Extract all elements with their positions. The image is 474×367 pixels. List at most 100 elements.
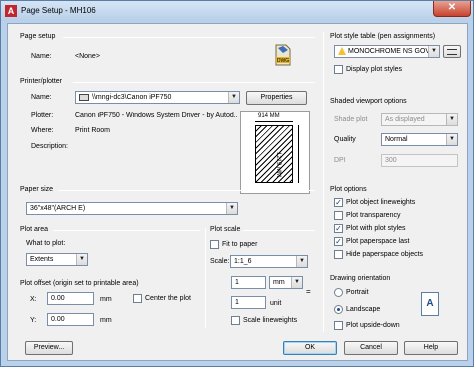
scale-unit2-label: unit [270,300,282,307]
paper-size-value: 36"x48"(ARCH E) [30,205,86,212]
chevron-down-icon: ▼ [446,114,457,125]
checkmark-icon: ✓ [334,198,343,207]
printer-name-label: Name: [31,94,52,101]
quality-label: Quality [334,136,356,143]
checkbox-box [334,250,343,259]
fit-to-paper-checkbox[interactable]: Fit to paper [210,240,257,250]
printer-group-title: Printer/plotter [20,78,63,85]
scale-value1-input[interactable]: 1 [231,276,266,289]
edit-plot-style-button[interactable] [443,45,461,58]
chevron-down-icon: ▼ [228,92,239,103]
printer-name-dropdown[interactable]: \\mngi-dc3\Canon iPF750 ▼ [75,91,240,104]
printer-name-value: \\mngi-dc3\Canon iPF750 [92,94,172,101]
center-plot-label: Center the plot [145,295,191,302]
chevron-down-icon: ▼ [446,134,457,145]
paper-size-dropdown[interactable]: 36"x48"(ARCH E) ▼ [26,202,238,215]
title-bar[interactable]: A Page Setup - MH106 ✕ [1,1,473,21]
scale-dropdown[interactable]: 1:1_6 ▼ [230,255,308,268]
page-setup-window: A Page Setup - MH106 ✕ Page setup Name: … [0,0,474,367]
where-label: Where: [31,127,54,134]
scale-label: Scale: [210,258,230,265]
plot-options-group-title: Plot options [330,186,367,193]
scale-unit-dropdown[interactable]: mm ▼ [269,276,303,289]
plot-scale-divider [205,228,206,328]
paper-size-separator [58,190,315,191]
plot-transparency-label: Plot transparency [346,212,401,219]
checkbox-box [231,316,240,325]
help-button[interactable]: Help [404,341,458,355]
plot-style-table-group-title: Plot style table (pen assignments) [330,33,436,40]
plot-object-lineweights-label: Plot object lineweights [346,199,416,206]
offset-x-label: X: [30,296,37,303]
window-title: Page Setup - MH106 [21,6,96,15]
plot-style-table-dropdown[interactable]: MONOCHROME NS GOV ▼ [334,45,440,58]
plot-style-table-value: MONOCHROME NS GOV [348,48,431,55]
scale-equals-sign: = [306,287,311,296]
offset-x-input[interactable]: 0.00 [47,292,94,305]
printer-separator [73,82,315,83]
offset-y-input[interactable]: 0.00 [47,313,94,326]
shade-plot-dropdown[interactable]: As displayed ▼ [381,113,458,126]
checkbox-box [133,294,142,303]
radio-circle [334,288,343,297]
paper-size-group-title: Paper size [20,186,54,193]
landscape-radio[interactable]: Landscape [334,305,380,315]
radio-circle-selected [334,305,343,314]
plot-transparency-checkbox[interactable]: Plot transparency [334,211,400,221]
hide-paperspace-objects-checkbox[interactable]: Hide paperspace objects [334,250,423,260]
printable-area-hatch [255,125,293,183]
plot-paperspace-last-label: Plot paperspace last [346,238,410,245]
dialog-body: Page setup Name: <None> DWG Printer/plot… [7,23,468,361]
edit-list-icon [447,49,457,55]
warning-icon [338,47,346,55]
plot-object-lineweights-checkbox[interactable]: ✓ Plot object lineweights [334,198,415,208]
page-setup-name-value: <None> [75,53,100,60]
scale-lineweights-checkbox[interactable]: Scale lineweights [231,316,297,326]
chevron-down-icon: ▼ [428,46,439,57]
plot-upside-down-checkbox[interactable]: Plot upside-down [334,321,400,331]
portrait-radio[interactable]: Portrait [334,288,369,298]
preview-button[interactable]: Preview... [25,341,73,355]
landscape-label: Landscape [346,306,381,313]
dpi-label: DPI [334,157,346,164]
plotter-label: Plotter: [31,112,54,119]
center-plot-checkbox[interactable]: Center the plot [133,294,191,304]
checkmark-icon: ✓ [334,224,343,233]
page-setup-group-title: Page setup [20,33,56,40]
cancel-button[interactable]: Cancel [344,341,398,355]
checkmark-icon: ✓ [334,237,343,246]
chevron-down-icon: ▼ [226,203,237,214]
plot-with-plot-styles-checkbox[interactable]: ✓ Plot with plot styles [334,224,406,234]
ok-button[interactable]: OK [283,341,337,355]
orientation-group-title: Drawing orientation [330,275,391,282]
description-label: Description: [31,143,68,150]
offset-y-label: Y: [30,317,37,324]
display-plot-styles-checkbox[interactable]: Display plot styles [334,65,402,75]
shade-plot-label: Shade plot [334,116,368,123]
what-to-plot-value: Extents [30,256,54,263]
page-setup-separator [63,37,315,38]
dpi-input[interactable]: 300 [381,154,458,167]
close-button[interactable]: ✕ [433,1,471,17]
scale-value2-input[interactable]: 1 [231,296,266,309]
orientation-preview-icon: A [421,292,439,316]
shade-plot-value: As displayed [385,116,425,123]
printer-icon [79,93,89,101]
shaded-viewport-group-title: Shaded viewport options [330,98,407,105]
right-column-divider [323,32,324,332]
scale-unit-value: mm [273,279,285,286]
plot-scale-separator [243,230,315,231]
properties-button[interactable]: Properties [246,91,307,105]
chevron-down-icon: ▼ [296,256,307,267]
plot-area-separator [53,230,200,231]
height-dimension-line [298,125,299,183]
display-plot-styles-label: Display plot styles [346,66,403,73]
checkbox-box [334,65,343,74]
checkbox-box [210,240,219,249]
paper-height-dimension: 1219 MM [275,152,281,178]
plot-paperspace-last-checkbox[interactable]: ✓ Plot paperspace last [334,237,409,247]
what-to-plot-dropdown[interactable]: Extents ▼ [26,253,88,266]
quality-dropdown[interactable]: Normal ▼ [381,133,458,146]
paper-width-dimension: 914 MM [258,113,280,119]
svg-text:DWG: DWG [277,58,289,64]
